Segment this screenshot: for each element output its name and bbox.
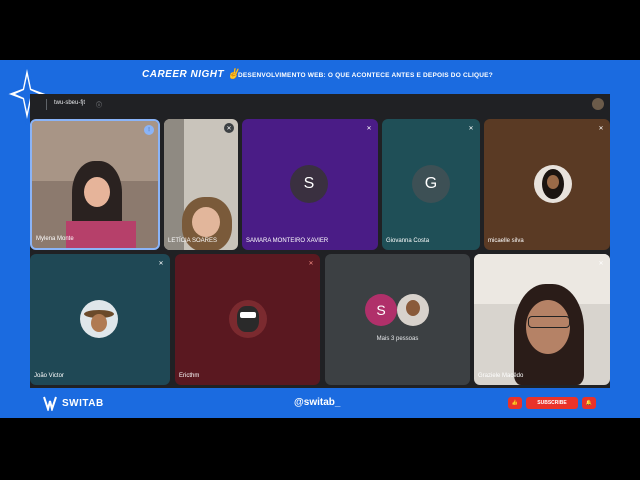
switab-logo-text: SWITAB [62, 398, 104, 409]
participant-tile-giovanna[interactable]: G ✕ Giovanna Costa [382, 119, 480, 250]
bell-icon[interactable]: 🔔 [582, 397, 596, 409]
participant-name: Ericthm [179, 373, 200, 379]
avatar [534, 165, 572, 203]
muted-mic-icon: ✕ [308, 260, 314, 267]
participant-name: Graziele Macêdo [478, 373, 524, 379]
participant-tile-leticia[interactable]: ✕ LETÍCIA SOARES [164, 119, 238, 250]
muted-mic-icon: ✕ [158, 260, 164, 267]
participant-tile-joao[interactable]: ✕ João Victor [30, 254, 170, 385]
avatar [80, 300, 118, 338]
participant-name: Giovanna Costa [386, 238, 430, 244]
participant-tile-samara[interactable]: S ✕ SAMARA MONTEIRO XAVIER [242, 119, 378, 250]
muted-mic-icon: ✕ [366, 125, 372, 132]
divider [46, 99, 47, 110]
event-title: DESENVOLVIMENTO WEB: O QUE ACONTECE ANTE… [238, 72, 493, 79]
muted-mic-icon: ✕ [224, 123, 234, 133]
speaking-indicator-icon: ⦙ [144, 125, 154, 135]
subscribe-button[interactable]: SUBSCRIBE [526, 397, 578, 409]
switab-logo-icon [43, 396, 57, 411]
video-call-window: twu-sbeu-fjt ⓘ ⦙ Mylena Monte ✕ LETÍCIA … [30, 94, 610, 388]
avatar: S [365, 294, 397, 326]
avatar [229, 300, 267, 338]
self-avatar[interactable] [592, 98, 604, 110]
participant-tile-micaelle[interactable]: ✕ micaelle silva [484, 119, 610, 250]
avatar: G [412, 165, 450, 203]
muted-mic-icon: ✕ [468, 125, 474, 132]
participant-name: SAMARA MONTEIRO XAVIER [246, 238, 329, 244]
participant-tile-graziele[interactable]: ✕ Graziele Macêdo [474, 254, 610, 385]
info-icon[interactable]: ⓘ [96, 100, 102, 109]
meeting-code: twu-sbeu-fjt [54, 100, 86, 106]
participant-tile-mylena[interactable]: ⦙ Mylena Monte [30, 119, 160, 250]
muted-mic-icon: ✕ [598, 125, 604, 132]
avatar: S [290, 165, 328, 203]
avatar [397, 294, 429, 326]
call-topbar: twu-sbeu-fjt ⓘ [30, 94, 610, 116]
participant-name: João Victor [34, 373, 64, 379]
participant-name: micaelle silva [488, 238, 524, 244]
social-handle: @switab_ [294, 397, 341, 408]
thumbs-up-icon[interactable]: 👍 [508, 397, 522, 409]
more-participants-tile[interactable]: S Mais 3 pessoas [325, 254, 470, 385]
participant-tile-ericthm[interactable]: ✕ Ericthm [175, 254, 320, 385]
participant-name: LETÍCIA SOARES [168, 238, 218, 244]
more-people-label: Mais 3 pessoas [376, 336, 419, 342]
career-night-brand: CAREER NIGHT ✌ [142, 69, 241, 80]
participant-name: Mylena Monte [36, 236, 74, 242]
muted-mic-icon: ✕ [598, 260, 604, 267]
